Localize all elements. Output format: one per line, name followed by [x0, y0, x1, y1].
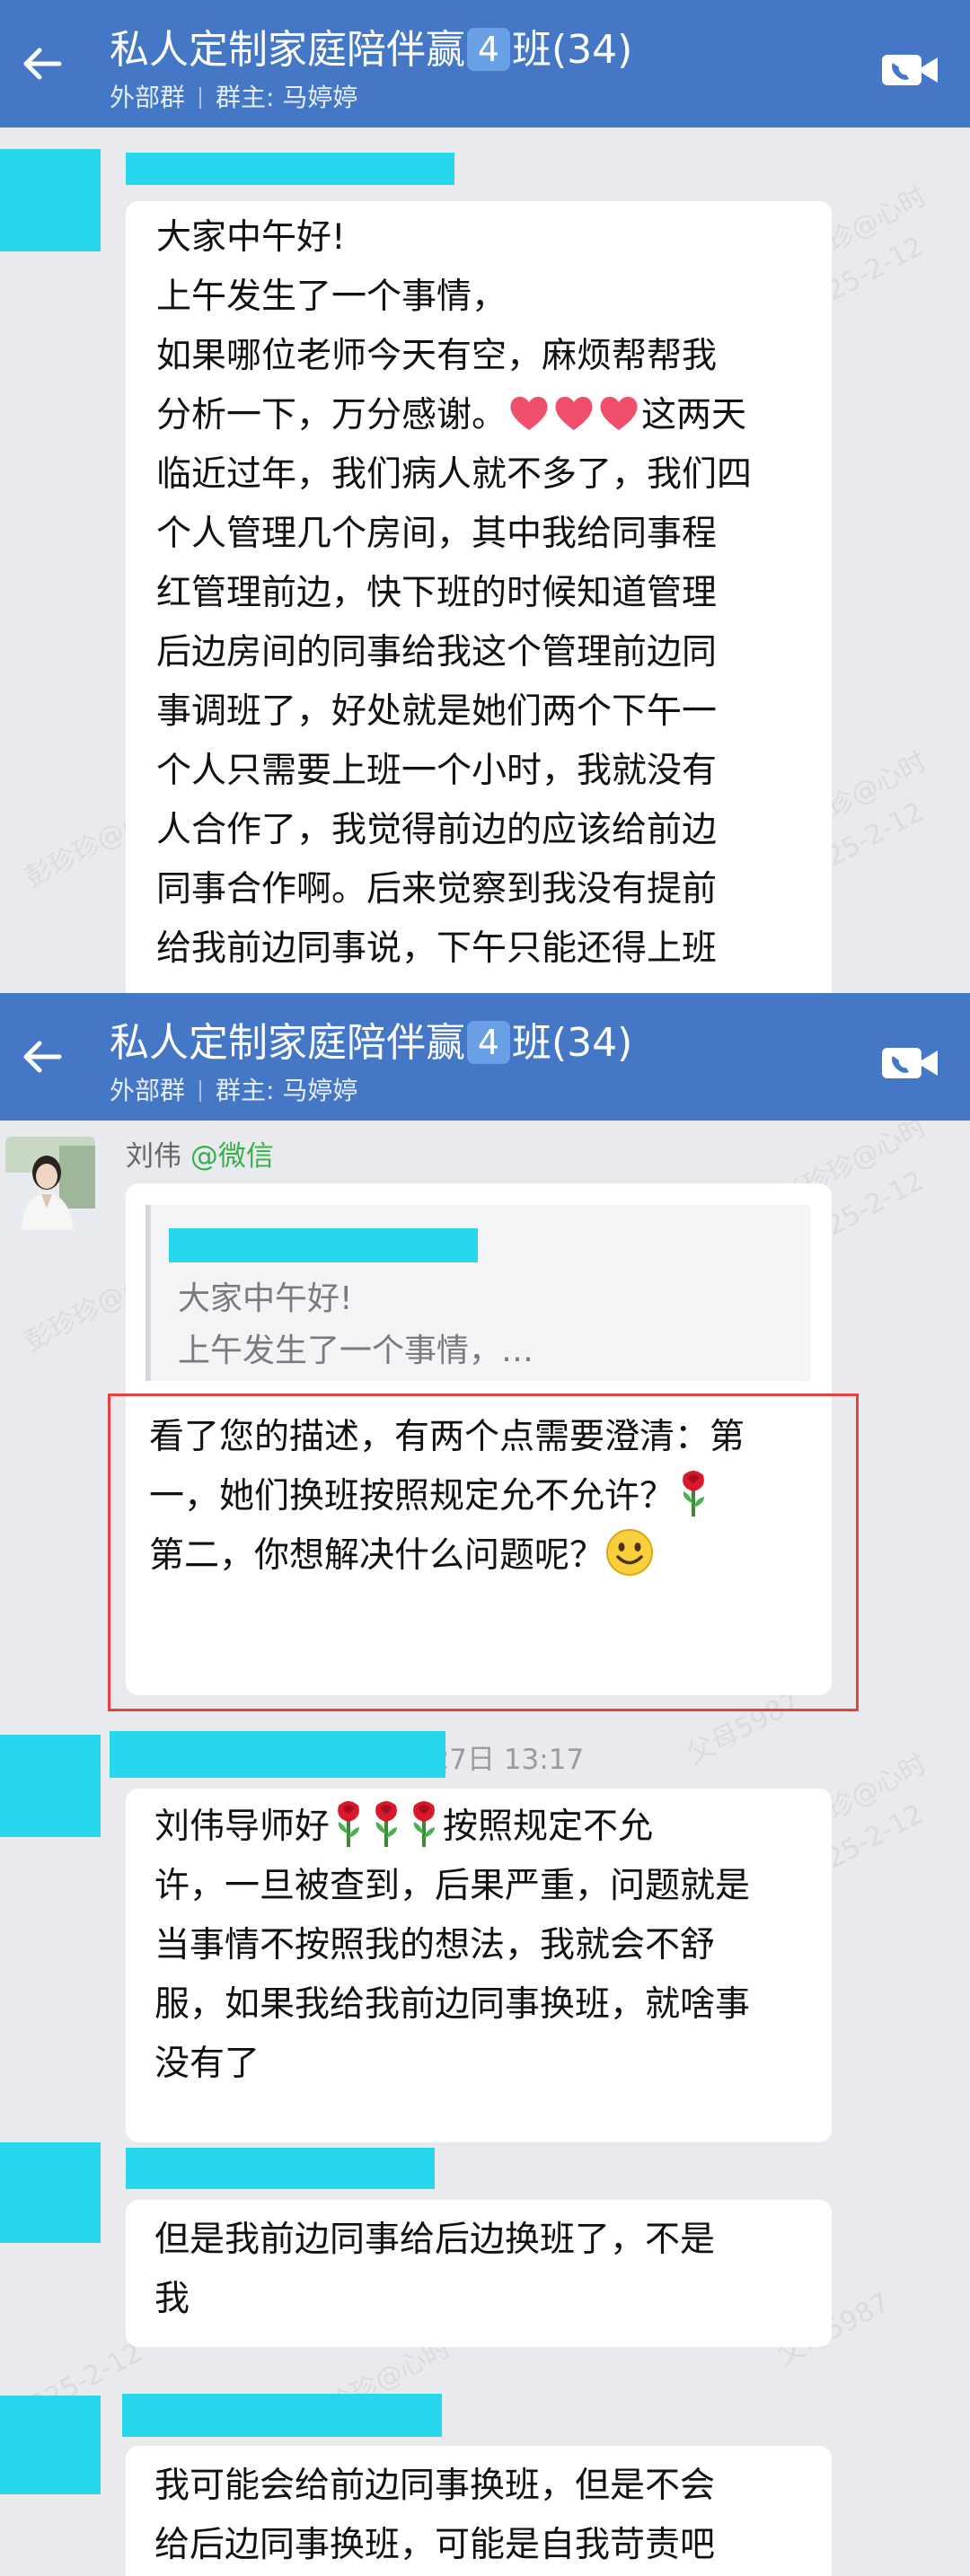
message-text: 我可能会给前边同事换班，但是不会 给后边同事换班，可能是自我苛责吧: [154, 2457, 819, 2575]
sender-name-redacted: [126, 153, 454, 185]
message-line: 同事合作啊。后来觉察到我没有提前: [156, 869, 718, 910]
message-text: 但是我前边同事给后边换班了，不是 我: [154, 2211, 819, 2329]
message-line: 刘伟导师好 按照规定不允: [154, 1798, 819, 1857]
message-line: 个人管理几个房间，其中我给同事程: [156, 514, 718, 554]
sender-name-redacted: [122, 2394, 442, 2437]
message-text: 刘伟导师好 按照规定不允 许，一旦被查到，后果严重，问题就是 当事情不按照我的想法…: [154, 1798, 819, 2094]
rose-emoji-icon: [413, 1801, 436, 1847]
message-line: 如果哪位老师今天有空，麻烦帮帮我: [156, 336, 718, 376]
message-line: 分析一下，万分感谢。 这两天: [156, 386, 821, 445]
avatar[interactable]: [5, 1137, 95, 1230]
highlight-annotation: [108, 1394, 859, 1711]
group-type: 外部群: [110, 83, 186, 112]
group-owner: 群主: 马婷婷: [216, 83, 358, 112]
avatar-redacted[interactable]: [0, 2396, 101, 2494]
video-call-icon[interactable]: [880, 49, 939, 91]
message-bubble[interactable]: 刘伟导师好 按照规定不允 许，一旦被查到，后果严重，问题就是 当事情不按照我的想法…: [126, 1789, 832, 2142]
number-badge-icon: 4: [467, 28, 510, 71]
avatar-redacted[interactable]: [0, 2142, 101, 2243]
message-line: 大家中午好!: [156, 217, 346, 258]
heart-emoji-icon: [510, 396, 548, 430]
group-owner: 群主: 马婷婷: [216, 1076, 358, 1105]
message-line: 人合作了，我觉得前边的应该给前边: [156, 810, 718, 850]
heart-emoji-icon: [555, 396, 593, 430]
message-line: 临近过年，我们病人就不多了，我们四: [156, 454, 753, 495]
message-line: 没有了: [154, 2044, 260, 2084]
message-line: 红管理前边，快下班的时候知道管理: [156, 573, 718, 613]
title-suffix: 班(34): [512, 27, 633, 73]
subtitle-divider: [199, 87, 202, 109]
message-line: 当事情不按照我的想法，我就会不舒: [154, 1925, 716, 1965]
title-prefix: 私人定制家庭陪伴赢: [110, 27, 465, 73]
sender-name-redacted: [110, 1731, 445, 1778]
message-line-text: 分析一下，万分感谢。: [156, 395, 507, 435]
chat-header: 私人定制家庭陪伴赢 4 班(34) 外部群 群主: 马婷婷: [0, 0, 970, 127]
message-line: 服，如果我给我前边同事换班，就啥事: [154, 1984, 751, 2025]
rose-emoji-icon: [338, 1801, 360, 1847]
message-bubble[interactable]: 大家中午好! 上午发生了一个事情， 如果哪位老师今天有空，麻烦帮帮我 分析一下，…: [126, 201, 832, 993]
title-prefix: 私人定制家庭陪伴赢: [110, 1020, 465, 1066]
avatar-redacted[interactable]: [0, 149, 101, 251]
chat-screen-top: 私人定制家庭陪伴赢 4 班(34) 外部群 群主: 马婷婷 彭珍珍@心时 2025-2…: [0, 0, 970, 993]
back-arrow-icon[interactable]: [18, 40, 66, 88]
message-text: 大家中午好! 上午发生了一个事情， 如果哪位老师今天有空，麻烦帮帮我 分析一下，…: [156, 208, 821, 979]
group-title[interactable]: 私人定制家庭陪伴赢 4 班(34): [110, 1018, 632, 1068]
message-line: 事调班了，好处就是她们两个下午一: [156, 691, 718, 732]
subtitle-divider: [199, 1080, 202, 1102]
number-badge-icon: 4: [467, 1021, 510, 1064]
sender-name-text: 刘伟: [126, 1140, 181, 1173]
back-arrow-icon[interactable]: [18, 1033, 66, 1081]
chat-header: 私人定制家庭陪伴赢 4 班(34) 外部群 群主: 马婷婷: [0, 993, 970, 1121]
message-line: 我: [154, 2279, 190, 2319]
message-line: 我可能会给前边同事换班，但是不会: [154, 2466, 716, 2506]
quoted-text-line: 大家中午好!: [178, 1280, 353, 1317]
heart-emoji-icon: [600, 396, 638, 430]
sender-name-redacted: [126, 2148, 435, 2189]
message-line: 但是我前边同事给后边换班了，不是: [154, 2220, 716, 2260]
avatar-redacted[interactable]: [0, 1735, 101, 1837]
group-title[interactable]: 私人定制家庭陪伴赢 4 班(34): [110, 25, 632, 75]
message-line: 许，一旦被查到，后果严重，问题就是: [154, 1866, 751, 1906]
rose-emoji-icon: [375, 1801, 398, 1847]
quoted-text-line: 上午发生了一个事情，…: [178, 1332, 534, 1369]
message-line: 给后边同事换班，可能是自我苛责吧: [154, 2525, 716, 2565]
sender-tag: @微信: [190, 1140, 274, 1173]
message-line-text: 按照规定不允: [443, 1807, 654, 1847]
group-subtitle: 外部群 群主: 马婷婷: [110, 1076, 357, 1106]
message-line: 个人只需要上班一个小时，我就没有: [156, 751, 718, 791]
video-call-icon[interactable]: [880, 1042, 939, 1084]
group-subtitle: 外部群 群主: 马婷婷: [110, 83, 357, 113]
chat-screen-bottom: 私人定制家庭陪伴赢 4 班(34) 外部群 群主: 马婷婷 彭珍珍@心时 彭珍珍@心时…: [0, 993, 970, 2576]
message-line: 后边房间的同事给我这个管理前边同: [156, 632, 718, 673]
message-line-text: 刘伟导师好: [154, 1807, 331, 1847]
quoted-sender-redacted: [169, 1228, 478, 1262]
message-line: 上午发生了一个事情，: [156, 277, 507, 317]
message-bubble[interactable]: 但是我前边同事给后边换班了，不是 我: [126, 2200, 832, 2347]
sender-name: 刘伟 @微信: [126, 1139, 274, 1174]
group-type: 外部群: [110, 1076, 186, 1105]
message-bubble[interactable]: 我可能会给前边同事换班，但是不会 给后边同事换班，可能是自我苛责吧: [126, 2446, 832, 2576]
title-suffix: 班(34): [512, 1020, 633, 1066]
message-line: 给我前边同事说，下午只能还得上班: [156, 928, 718, 969]
message-line-text: 这两天: [641, 395, 747, 435]
